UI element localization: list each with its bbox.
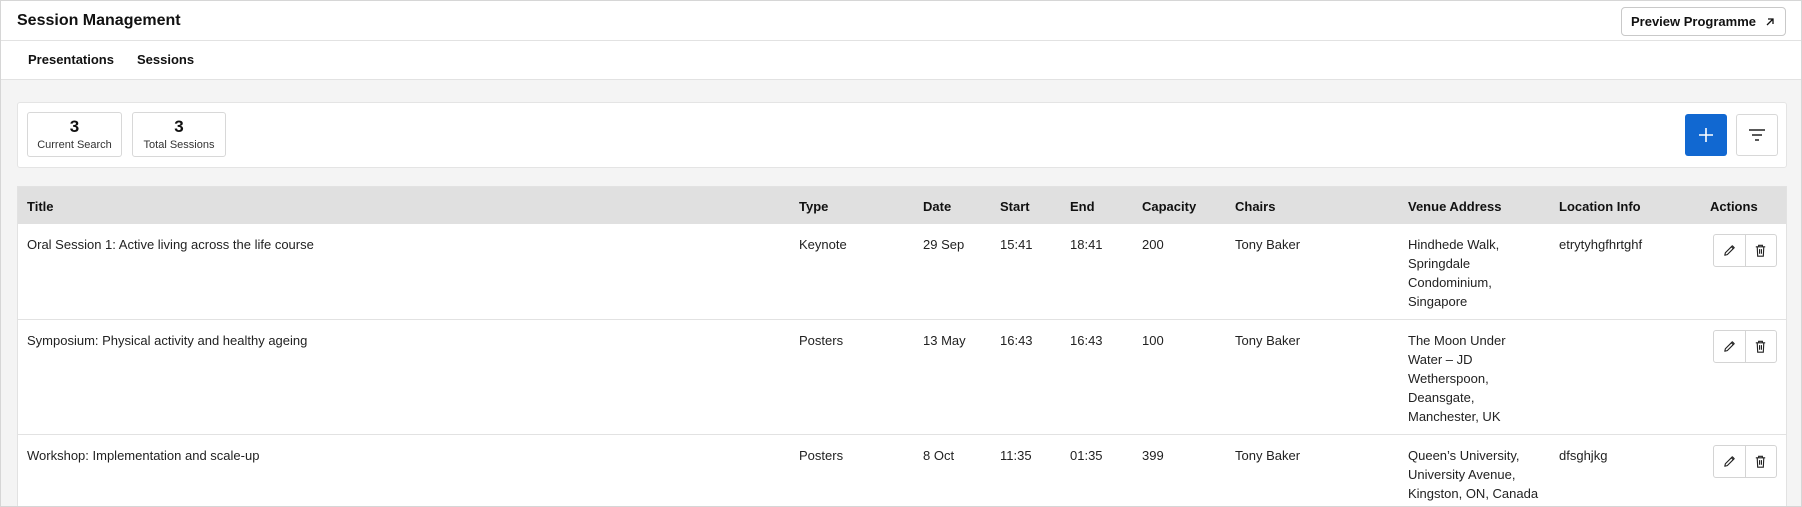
venue-line: Manchester, UK <box>1408 409 1501 424</box>
venue-line: Kingston, ON, Canada <box>1408 486 1539 501</box>
tab-sessions[interactable]: Sessions <box>137 52 194 67</box>
filter-icon <box>1749 129 1765 141</box>
venue-line: Springdale <box>1408 256 1471 271</box>
trash-icon <box>1756 244 1766 257</box>
cell-start: 15:41 <box>1000 237 1033 252</box>
delete-button[interactable] <box>1744 331 1777 362</box>
row-actions <box>1713 445 1777 478</box>
cell-date: 29 Sep <box>923 237 965 252</box>
column-header-capacity[interactable]: Capacity <box>1142 199 1196 214</box>
venue-line: Hindhede Walk, <box>1408 237 1500 252</box>
cell-type: Posters <box>799 333 844 348</box>
column-header-type[interactable]: Type <box>799 199 828 214</box>
app-frame: Session Management Preview Programme Pre… <box>0 0 1802 507</box>
preview-programme-button[interactable]: Preview Programme <box>1621 7 1786 36</box>
current-search-stat: 3 Current Search <box>27 112 122 157</box>
tab-bar: Presentations Sessions <box>1 41 1801 80</box>
venue-line: Deansgate, <box>1408 390 1475 405</box>
cell-location-info: etrytyhgfhrtghf <box>1559 237 1643 252</box>
column-header-actions: Actions <box>1710 199 1758 214</box>
cell-start: 11:35 <box>1000 448 1032 463</box>
column-header-location-info[interactable]: Location Info <box>1559 199 1641 214</box>
delete-button[interactable] <box>1744 446 1777 477</box>
plus-icon <box>1699 128 1713 142</box>
row-actions <box>1713 330 1777 363</box>
cell-title: Symposium: Physical activity and healthy… <box>27 333 308 348</box>
cell-end: 18:41 <box>1070 237 1103 252</box>
edit-button[interactable] <box>1714 331 1745 362</box>
table-row: Symposium: Physical activity and healthy… <box>18 320 1786 435</box>
cell-end: 16:43 <box>1070 333 1103 348</box>
cell-venue-address: Queen’s University, University Avenue, K… <box>1408 446 1558 503</box>
table-row: Workshop: Implementation and scale-up Po… <box>18 435 1786 506</box>
current-search-label: Current Search <box>37 139 112 151</box>
cell-chairs: Tony Baker <box>1235 237 1301 252</box>
cell-type: Keynote <box>799 237 847 252</box>
edit-button[interactable] <box>1714 235 1745 266</box>
row-actions <box>1713 234 1777 267</box>
add-session-button[interactable] <box>1685 114 1727 156</box>
venue-line: Water – JD <box>1408 352 1473 367</box>
cell-capacity: 100 <box>1142 333 1164 348</box>
delete-button[interactable] <box>1744 235 1777 266</box>
venue-line: Queen’s University, <box>1408 448 1520 463</box>
column-header-end[interactable]: End <box>1070 199 1095 214</box>
page-title: Session Management <box>17 12 181 29</box>
cell-title: Oral Session 1: Active living across the… <box>27 237 314 252</box>
cell-venue-address: Hindhede Walk, Springdale Condominium, S… <box>1408 235 1538 311</box>
cell-type: Posters <box>799 448 844 463</box>
column-header-venue-address[interactable]: Venue Address <box>1408 199 1501 214</box>
column-header-date[interactable]: Date <box>923 199 951 214</box>
cell-venue-address: The Moon Under Water – JD Wetherspoon, D… <box>1408 331 1538 426</box>
cell-date: 8 Oct <box>923 448 955 463</box>
stats-panel: 3 Current Search 3 Total Sessions <box>17 102 1787 168</box>
current-search-count: 3 <box>69 117 80 136</box>
filter-button[interactable] <box>1736 114 1778 156</box>
sessions-table: Title Type Date Start End Capacity Chair… <box>17 186 1787 506</box>
cell-start: 16:43 <box>1000 333 1033 348</box>
venue-line: Wetherspoon, <box>1408 371 1489 386</box>
external-link-icon <box>1766 17 1774 25</box>
venue-line: University Avenue, <box>1408 467 1516 482</box>
cell-chairs: Tony Baker <box>1235 448 1301 463</box>
total-sessions-stat: 3 Total Sessions <box>132 112 226 157</box>
total-sessions-count: 3 <box>174 117 184 136</box>
trash-icon <box>1756 455 1766 468</box>
venue-line: Singapore <box>1408 294 1468 309</box>
column-header-title[interactable]: Title <box>27 199 54 214</box>
tab-presentations[interactable]: Presentations <box>28 52 114 67</box>
preview-programme-label: Preview Programme <box>1630 14 1756 29</box>
cell-capacity: 200 <box>1142 237 1164 252</box>
table-header: Title Type Date Start End Capacity Chair… <box>18 187 1786 224</box>
venue-line: Condominium, <box>1408 275 1492 290</box>
cell-date: 13 May <box>923 333 966 348</box>
cell-end: 01:35 <box>1070 448 1103 463</box>
top-bar: Session Management Preview Programme <box>1 1 1801 41</box>
column-header-start[interactable]: Start <box>1000 199 1030 214</box>
edit-button[interactable] <box>1714 446 1745 477</box>
table-row: Oral Session 1: Active living across the… <box>18 224 1786 320</box>
venue-line: The Moon Under <box>1408 333 1506 348</box>
cell-location-info: dfsghjkg <box>1559 448 1608 463</box>
cell-title: Workshop: Implementation and scale-up <box>27 448 260 463</box>
cell-capacity: 399 <box>1142 448 1164 463</box>
pencil-icon <box>1724 341 1735 352</box>
pencil-icon <box>1724 456 1735 467</box>
total-sessions-label: Total Sessions <box>143 139 215 151</box>
trash-icon <box>1756 340 1766 353</box>
cell-chairs: Tony Baker <box>1235 333 1301 348</box>
pencil-icon <box>1724 245 1735 256</box>
column-header-chairs[interactable]: Chairs <box>1235 199 1275 214</box>
